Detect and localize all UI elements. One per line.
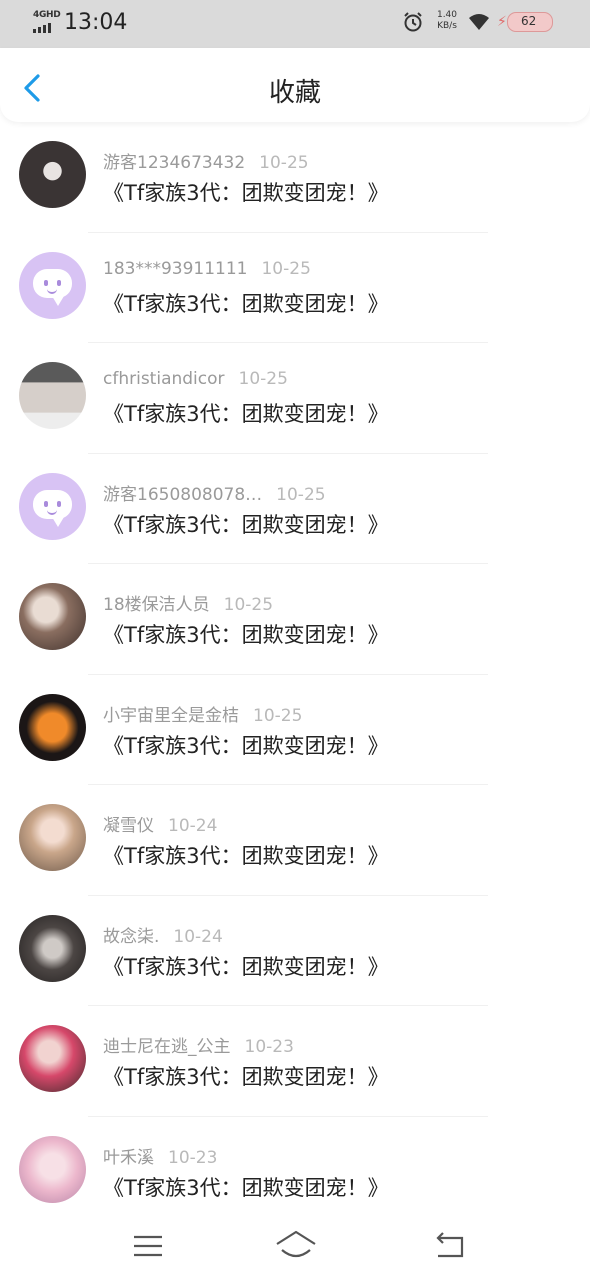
item-meta: 迪士尼在逃_公主 10-23	[103, 1032, 294, 1057]
user-name: 迪士尼在逃_公主	[103, 1037, 231, 1057]
avatar[interactable]	[19, 583, 86, 650]
avatar[interactable]	[19, 362, 86, 429]
book-title: 《Tf家族3代：团欺变团宠！》	[103, 623, 389, 647]
alarm-icon	[404, 12, 422, 32]
user-name: 叶禾溪	[103, 1147, 154, 1168]
avatar[interactable]	[19, 141, 86, 208]
list-item[interactable]: 小宇宙里全是金桔 10-25 《Tf家族3代：团欺变团宠！》	[0, 675, 590, 785]
list-item[interactable]: 183***93911111 10-25 《Tf家族3代：团欺变团宠！》	[0, 233, 590, 343]
item-date: 10-24	[173, 926, 223, 947]
navigation-bar	[0, 1210, 590, 1280]
avatar[interactable]	[19, 1135, 86, 1203]
home-icon[interactable]	[274, 1228, 318, 1264]
book-title: 《Tf家族3代：团欺变团宠！》	[103, 844, 389, 868]
charging-icon: ⚡	[497, 14, 507, 30]
user-name: 凝雪仪	[103, 816, 154, 836]
item-date: 10-23	[168, 1147, 218, 1168]
list-item[interactable]: 18楼保洁人员 10-25 《Tf家族3代：团欺变团宠！》	[0, 564, 590, 675]
user-name: 小宇宙里全是金桔	[103, 705, 239, 726]
network-type: 4GHD	[33, 10, 61, 20]
page-title: 收藏	[268, 78, 321, 108]
item-meta: 游客1650808078… 10-25	[103, 480, 326, 505]
list-item[interactable]: 游客1650808078… 10-25 《Tf家族3代：团欺变团宠！》	[0, 454, 590, 564]
book-title: 《Tf家族3代：团欺变团宠！》	[103, 733, 389, 758]
battery-indicator: ⚡ 62	[497, 11, 557, 35]
user-name: 183***93911111	[103, 258, 248, 279]
avatar[interactable]	[19, 804, 86, 871]
wifi-icon	[469, 14, 489, 30]
item-date: 10-24	[168, 816, 218, 836]
list-item[interactable]: cfhristiandicor 10-25 《Tf家族3代：团欺变团宠！》	[0, 343, 590, 454]
book-title: 《Tf家族3代：团欺变团宠！》	[103, 181, 389, 205]
item-date: 10-23	[244, 1037, 294, 1057]
item-date: 10-25	[259, 153, 309, 173]
speed-unit: KB/s	[437, 21, 457, 31]
signal-icon: 4GHD	[33, 10, 61, 34]
user-name: 游客1650808078…	[103, 484, 263, 505]
item-meta: cfhristiandicor 10-25	[103, 369, 288, 389]
user-name: 故念柒.	[103, 926, 160, 947]
book-title: 《Tf家族3代：团欺变团宠！》	[103, 1175, 389, 1200]
list-item[interactable]: 迪士尼在逃_公主 10-23 《Tf家族3代：团欺变团宠！》	[0, 1006, 590, 1117]
avatar[interactable]	[19, 914, 86, 982]
favorites-list: 游客1234673432 10-25 《Tf家族3代：团欺变团宠！》 183***…	[0, 122, 590, 1227]
back-icon[interactable]	[430, 1228, 470, 1264]
status-bar: 4GHD 13:04 1.40 KB/s ⚡ 62	[0, 0, 590, 48]
avatar[interactable]	[19, 693, 86, 761]
item-date: 10-25	[238, 369, 288, 389]
item-date: 10-25	[223, 595, 274, 615]
item-meta: 183***93911111 10-25	[103, 259, 311, 279]
item-meta: 叶禾溪 10-23	[103, 1143, 217, 1168]
battery-level: 62	[521, 14, 537, 28]
user-name: 游客1234673432	[103, 153, 246, 173]
default-chat-icon[interactable]	[19, 472, 86, 540]
list-item[interactable]: 游客1234673432 10-25 《Tf家族3代：团欺变团宠！》	[0, 122, 590, 233]
book-title: 《Tf家族3代：团欺变团宠！》	[103, 1065, 389, 1089]
speed-value: 1.40	[436, 10, 458, 20]
item-meta: 凝雪仪 10-24	[103, 811, 217, 836]
header: 收藏	[0, 48, 590, 122]
status-time: 13:04	[64, 10, 128, 35]
book-title: 《Tf家族3代：团欺变团宠！》	[103, 402, 389, 426]
network-speed: 1.40 KB/s	[432, 10, 462, 32]
list-item[interactable]: 凝雪仪 10-24 《Tf家族3代：团欺变团宠！》	[0, 785, 590, 896]
item-date: 10-25	[276, 484, 326, 505]
item-date: 10-25	[253, 705, 303, 726]
book-title: 《Tf家族3代：团欺变团宠！》	[103, 512, 389, 537]
default-chat-icon[interactable]	[19, 251, 86, 319]
item-meta: 游客1234673432 10-25	[103, 148, 309, 173]
book-title: 《Tf家族3代：团欺变团宠！》	[103, 954, 389, 979]
book-title: 《Tf家族3代：团欺变团宠！》	[103, 291, 389, 316]
item-meta: 故念柒. 10-24	[103, 922, 223, 947]
menu-icon[interactable]	[128, 1228, 168, 1264]
user-name: 18楼保洁人员	[103, 595, 210, 615]
item-meta: 18楼保洁人员 10-25	[103, 590, 273, 615]
item-meta: 小宇宙里全是金桔 10-25	[103, 701, 302, 726]
user-name: cfhristiandicor	[103, 369, 225, 389]
item-date: 10-25	[261, 258, 311, 279]
list-item[interactable]: 故念柒. 10-24 《Tf家族3代：团欺变团宠！》	[0, 896, 590, 1006]
avatar[interactable]	[19, 1025, 86, 1092]
